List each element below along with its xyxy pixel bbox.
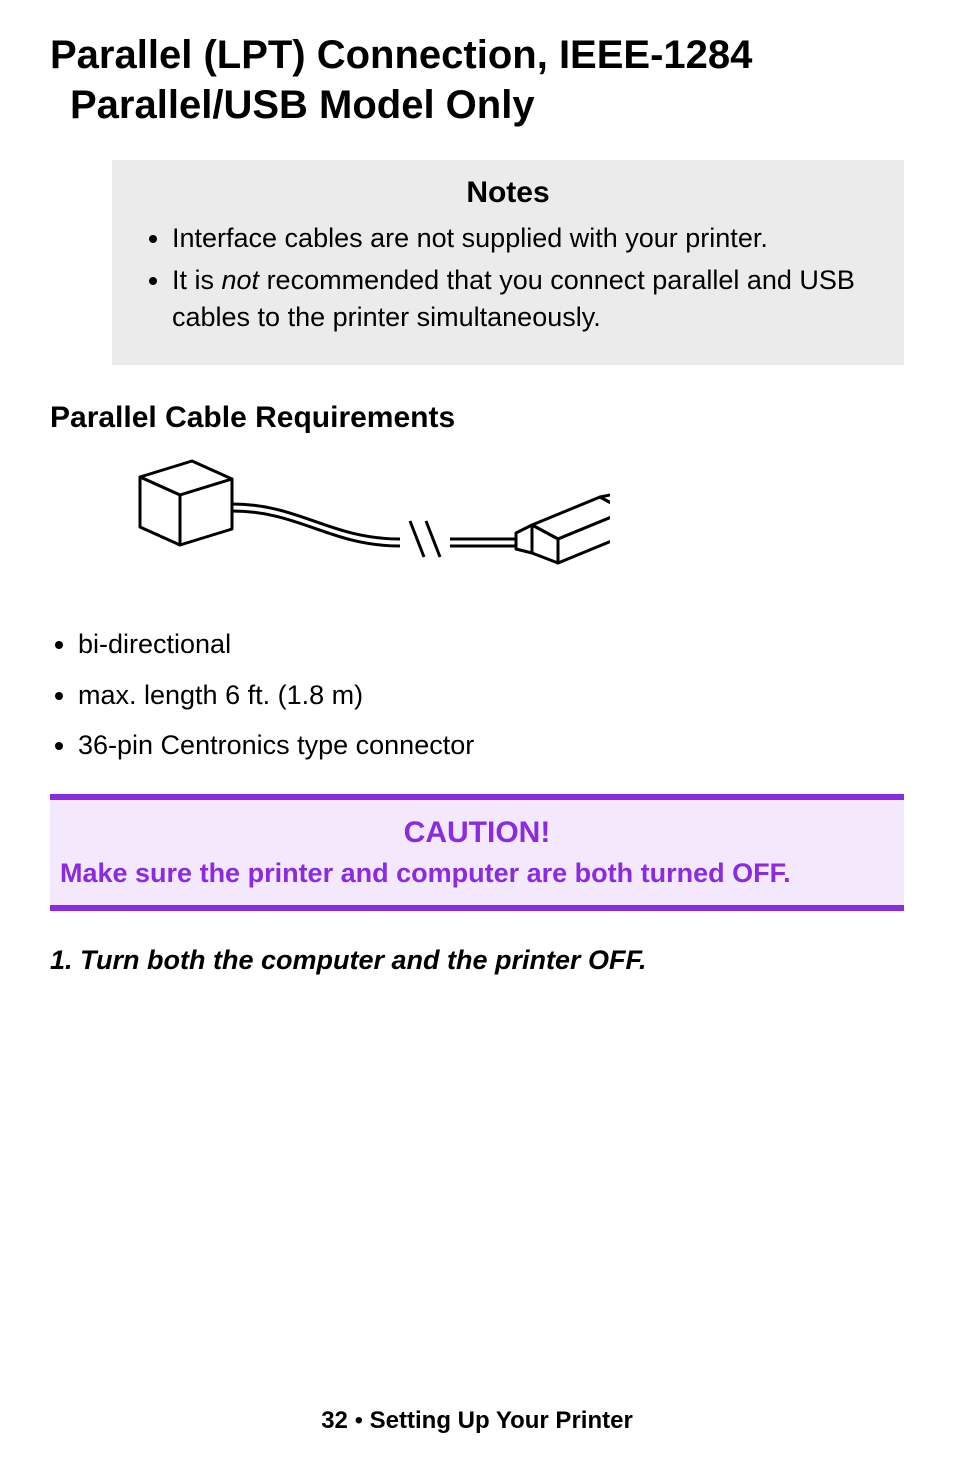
notes-list: Interface cables are not supplied with y… — [136, 220, 880, 335]
step-1: 1. Turn both the computer and the printe… — [50, 945, 904, 976]
requirements-list: bi-directional max. length 6 ft. (1.8 m)… — [50, 626, 904, 763]
page-number: 32 — [321, 1407, 348, 1434]
page-footer: 32 • Setting Up Your Printer — [0, 1407, 954, 1435]
notes-item: It is not recommended that you connect p… — [172, 262, 880, 335]
requirement-item: max. length 6 ft. (1.8 m) — [78, 677, 904, 713]
notes-heading: Notes — [136, 176, 880, 210]
requirement-item: bi-directional — [78, 626, 904, 662]
requirement-item: 36-pin Centronics type connector — [78, 727, 904, 763]
title-line-1: Parallel (LPT) Connection, IEEE-1284 — [50, 33, 752, 77]
parallel-cable-illustration — [110, 449, 904, 604]
section-heading: Parallel Cable Requirements — [50, 401, 904, 435]
page-title: Parallel (LPT) Connection, IEEE-1284 Par… — [50, 30, 904, 130]
notes-callout: Notes Interface cables are not supplied … — [112, 160, 904, 365]
footer-separator: • — [348, 1407, 370, 1434]
notes-item: Interface cables are not supplied with y… — [172, 220, 880, 256]
caution-callout: CAUTION! Make sure the printer and compu… — [50, 794, 904, 911]
caution-heading: CAUTION! — [60, 816, 894, 850]
footer-section: Setting Up Your Printer — [370, 1407, 633, 1434]
caution-text: Make sure the printer and computer are b… — [60, 858, 894, 889]
title-line-2: Parallel/USB Model Only — [50, 80, 904, 130]
